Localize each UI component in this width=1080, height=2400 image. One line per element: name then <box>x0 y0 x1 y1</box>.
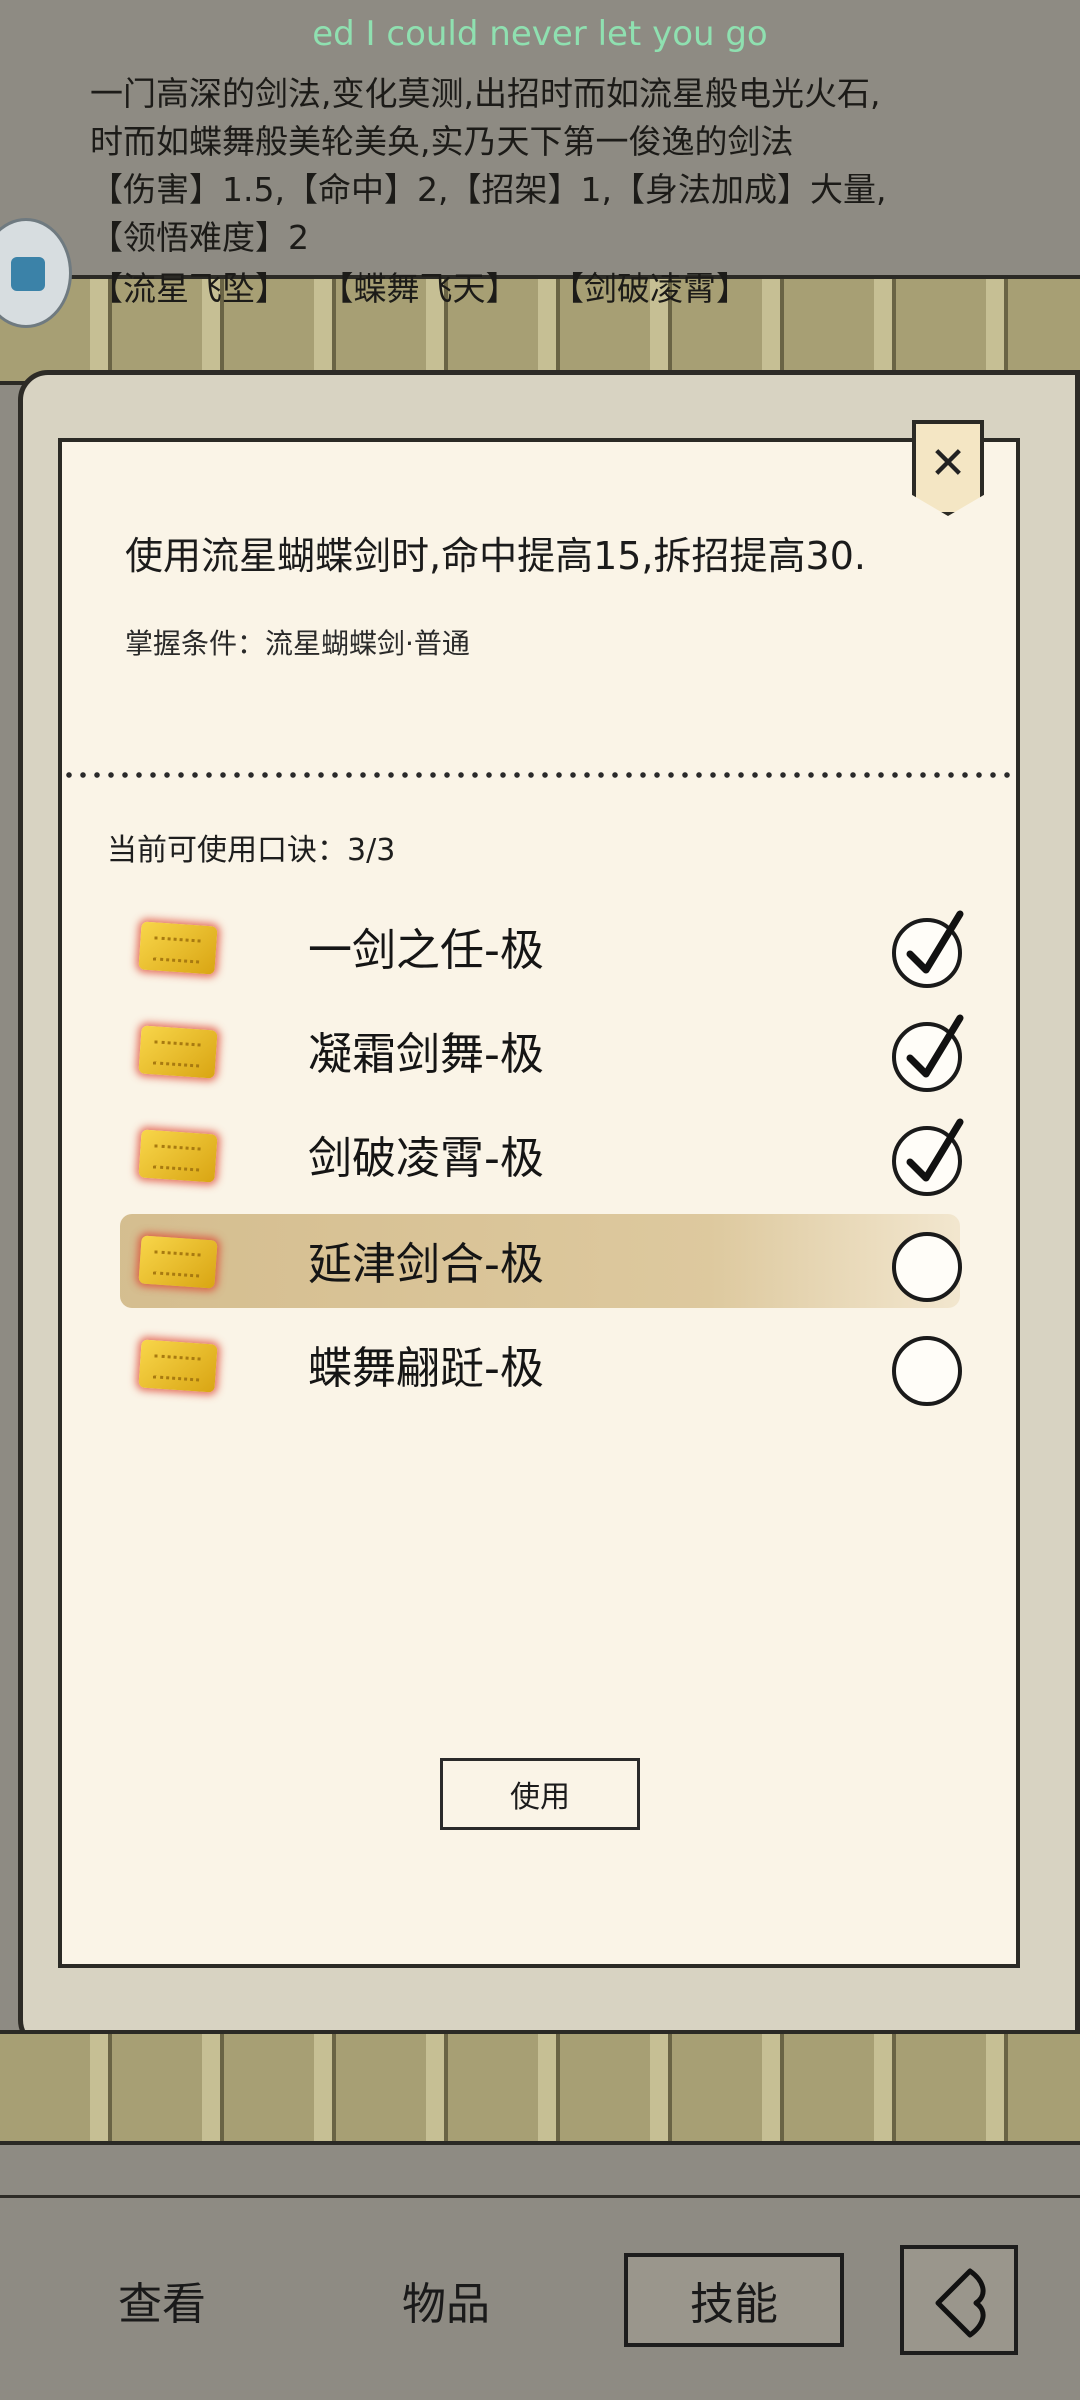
secret-count: 当前可使用口诀：3/3 <box>107 833 396 868</box>
dotted-divider <box>62 772 1018 778</box>
checkmark-icon <box>906 1014 964 1078</box>
skill-moves: 【流星飞坠】 【蝶舞飞天】 【剑破凌霄】 <box>90 262 771 310</box>
nav-skills[interactable]: 技能 <box>624 2253 844 2347</box>
checkmark-icon <box>906 1118 964 1182</box>
move-name: 【剑破凌霄】 <box>551 269 749 308</box>
scroll-bottom-roller <box>0 2030 1080 2145</box>
gold-token-icon <box>138 1129 218 1183</box>
secret-item[interactable]: 凝霜剑舞-极 <box>122 1004 982 1104</box>
back-button[interactable] <box>900 2245 1018 2355</box>
move-name: 【流星飞坠】 <box>90 269 288 308</box>
secret-name: 蝶舞翩跹-极 <box>308 1343 544 1394</box>
checkbox-checked[interactable] <box>892 1118 964 1196</box>
skill-description: 一门高深的剑法,变化莫测,出招时而如流星般电光火石, 时而如蝶舞般美轮美奂,实乃… <box>90 70 1030 262</box>
secret-item[interactable]: 剑破凌霄-极 <box>122 1108 982 1208</box>
checkbox-checked[interactable] <box>892 910 964 988</box>
gold-token-icon <box>138 1339 218 1393</box>
nav-items[interactable]: 物品 <box>402 2268 490 2332</box>
secret-name: 剑破凌霄-极 <box>308 1133 544 1184</box>
nav-view[interactable]: 查看 <box>118 2268 206 2332</box>
effect-text: 使用流星蝴蝶剑时,命中提高15,拆招提高30. <box>125 534 866 578</box>
lyric-overlay: ed I could never let you go <box>312 14 768 54</box>
checkbox-checked[interactable] <box>892 1014 964 1092</box>
description-line: 【伤害】1.5,【命中】2,【招架】1,【身法加成】大量, <box>90 170 887 209</box>
description-line: 时而如蝶舞般美轮美奂,实乃天下第一俊逸的剑法 <box>90 122 794 161</box>
gold-token-icon <box>138 1025 218 1079</box>
gold-token-icon <box>138 921 218 975</box>
checkbox-unchecked[interactable] <box>892 1336 962 1406</box>
description-line: 【领悟难度】2 <box>90 218 309 257</box>
secret-item[interactable]: 一剑之任-极 <box>122 900 982 1000</box>
checkmark-icon <box>906 910 964 974</box>
move-name: 【蝶舞飞天】 <box>320 269 519 308</box>
use-button[interactable]: 使用 <box>440 1758 640 1830</box>
secret-name: 延津剑合-极 <box>308 1239 544 1290</box>
description-line: 一门高深的剑法,变化莫测,出招时而如流星般电光火石, <box>90 74 881 113</box>
close-icon: ✕ <box>929 438 967 489</box>
checkbox-unchecked[interactable] <box>892 1232 962 1302</box>
gold-token-icon <box>138 1235 218 1289</box>
secret-name: 凝霜剑舞-极 <box>308 1029 544 1080</box>
condition-text: 掌握条件：流星蝴蝶剑·普通 <box>125 627 470 660</box>
secret-name: 一剑之任-极 <box>308 925 544 976</box>
secret-item-highlighted[interactable]: 延津剑合-极 <box>120 1214 982 1314</box>
back-arrow-icon <box>935 2268 986 2338</box>
secret-item[interactable]: 蝶舞翩跹-极 <box>122 1318 982 1418</box>
